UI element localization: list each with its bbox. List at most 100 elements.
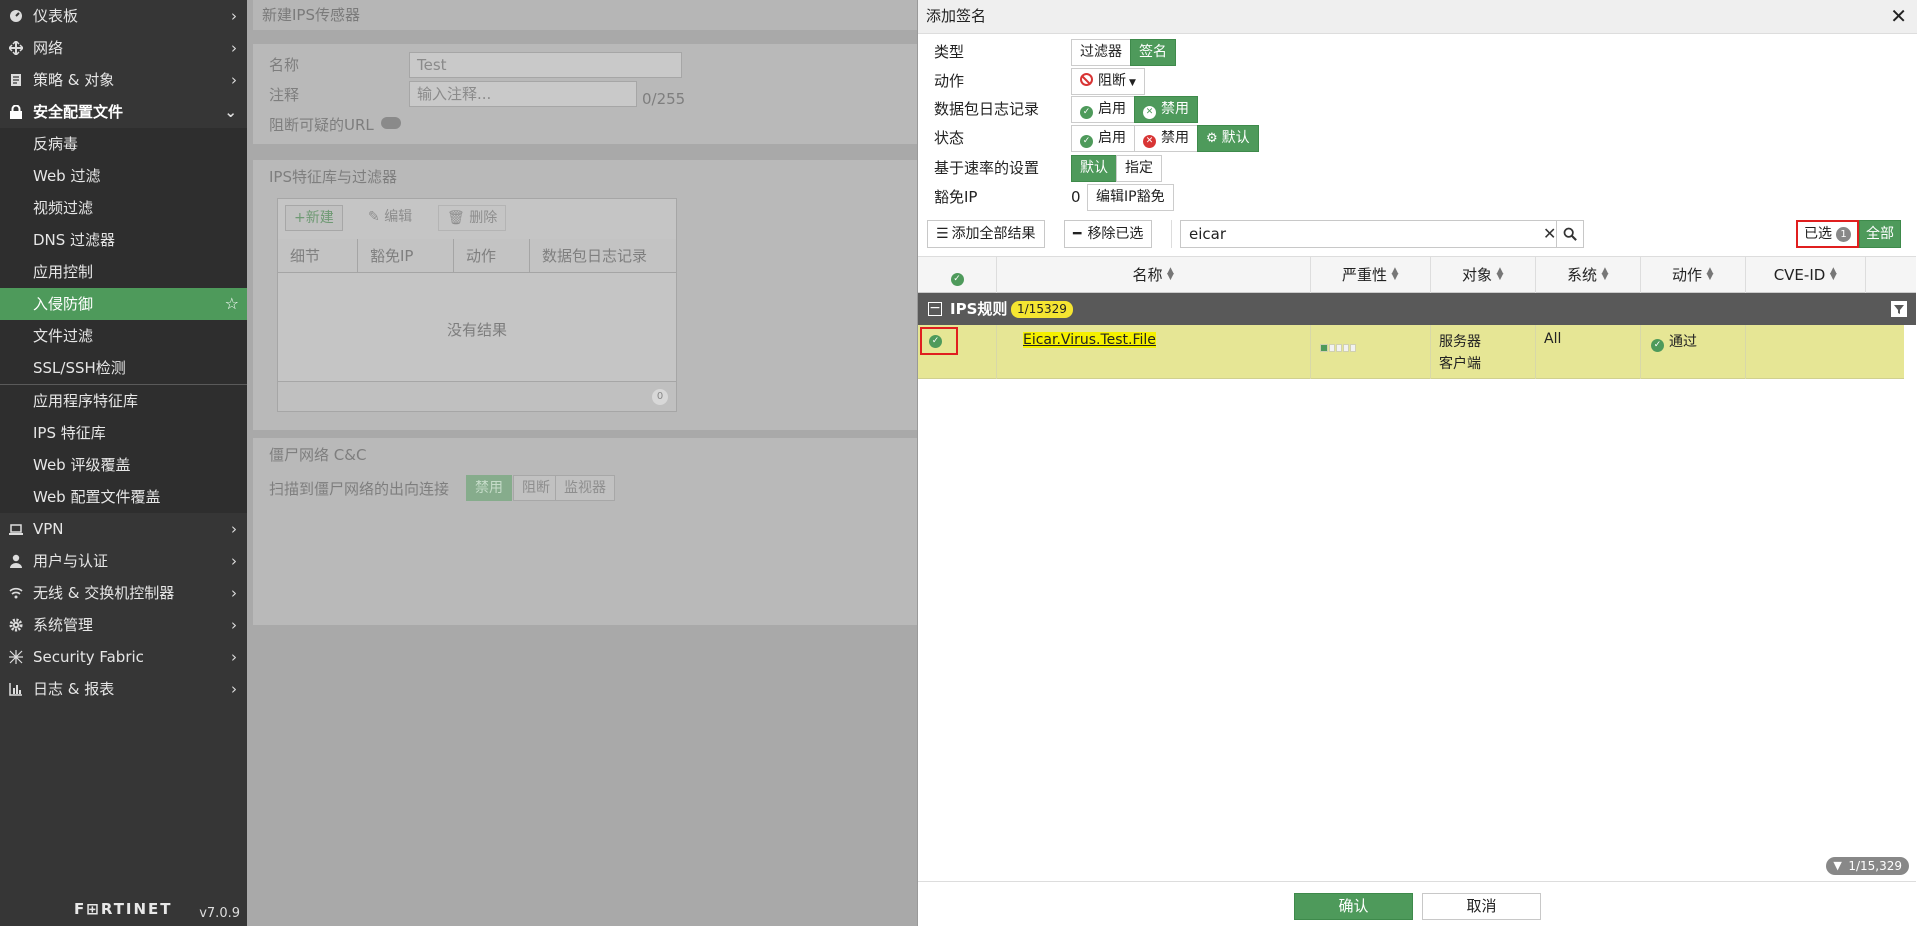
column-header-action[interactable]: 动作 ▲ ▼ (1641, 257, 1746, 293)
row-select-cell[interactable]: ✓ (918, 325, 997, 379)
botnet-disable-option[interactable]: 禁用 (466, 475, 512, 501)
exempt-label: 豁免IP (934, 188, 978, 206)
comment-label: 注释 (269, 86, 300, 104)
sort-icon: ▲ ▼ (1829, 266, 1837, 282)
action-select[interactable]: 阻断 ▼ (1071, 68, 1145, 95)
sort-icon: ▲ ▼ (1496, 266, 1504, 282)
status-enable-option[interactable]: ✓ 启用 (1071, 125, 1135, 152)
option-label: 默认 (1221, 130, 1250, 146)
block-url-toggle[interactable] (381, 117, 401, 129)
packet-log-disable-option[interactable]: ✕ 禁用 (1134, 96, 1198, 123)
add-all-results-button[interactable]: ☰ 添加全部结果 (927, 220, 1045, 248)
signatures-table-header: ✓ 名称 ▲ ▼ 严重性 ▲ ▼ 对象 ▲ ▼ 系统 ▲ ▼ 动作 ▲ ▼ CVE-ID ▲ ▼ (918, 256, 1916, 293)
exempt-count: 0 (1071, 188, 1081, 206)
column-header-severity[interactable]: 严重性 ▲ ▼ (1311, 257, 1431, 293)
nav-sub-dns-filter[interactable]: DNS 过滤器 (0, 224, 247, 256)
filter-icon: ▼ (1833, 859, 1842, 872)
caret-down-icon: ▼ (1129, 78, 1136, 88)
cancel-button[interactable]: 取消 (1422, 893, 1541, 920)
signature-name[interactable]: Eicar.Virus.Test.File (1023, 332, 1156, 348)
type-filter-option[interactable]: 过滤器 (1071, 39, 1131, 66)
selected-marker[interactable]: ✓ (920, 327, 958, 355)
botnet-block-option[interactable]: 阻断 (513, 475, 559, 501)
severity-square (1329, 344, 1335, 352)
nav-dashboard[interactable]: 仪表板 › (0, 0, 247, 32)
name-label: 名称 (269, 56, 300, 74)
selected-option[interactable]: 已选 1 (1796, 220, 1859, 248)
nav-label: VPN (33, 520, 64, 538)
target-cell: 服务器 客户端 (1431, 325, 1536, 379)
nav-sub-file-filter[interactable]: 文件过滤 (0, 320, 247, 352)
nav-security-fabric[interactable]: Security Fabric › (0, 641, 247, 673)
status-default-option[interactable]: ⚙ 默认 (1197, 125, 1259, 152)
rate-toggle: 默认 指定 (1071, 155, 1162, 182)
nav-label: 仪表板 (33, 7, 79, 25)
rate-specify-option[interactable]: 指定 (1116, 155, 1162, 182)
column-header-os[interactable]: 系统 ▲ ▼ (1536, 257, 1641, 293)
nav-sub-ssl-inspection[interactable]: SSL/SSH检测 (0, 352, 247, 384)
button-label: 添加全部结果 (951, 226, 1036, 242)
edit-ip-exemption-button[interactable]: 编辑IP豁免 (1087, 184, 1174, 211)
empty-message: 没有结果 (446, 321, 507, 339)
type-signature-option[interactable]: 签名 (1130, 39, 1176, 66)
name-field[interactable]: Test (409, 52, 682, 78)
sidebar: 仪表板 › 网络 › 策略 & 对象 › 安全配置文件 ⌄ 反病毒 Web 过滤… (0, 0, 247, 926)
botnet-monitor-option[interactable]: 监视器 (555, 475, 615, 501)
column-header-target[interactable]: 对象 ▲ ▼ (1431, 257, 1536, 293)
nav-sub-web-rating-override[interactable]: Web 评级覆盖 (0, 449, 247, 481)
check-circle-icon: ✓ (929, 335, 942, 348)
action-dropdown[interactable]: 阻断 ▼ (1071, 68, 1145, 95)
packet-log-toggle: ✓ 启用 ✕ 禁用 (1071, 96, 1198, 123)
nav-security-profiles[interactable]: 安全配置文件 ⌄ (0, 96, 247, 128)
column-header-cve[interactable]: CVE-ID ▲ ▼ (1746, 257, 1866, 293)
nav-sub-app-signatures[interactable]: 应用程序特征库 (0, 385, 247, 417)
nav-sub-antivirus[interactable]: 反病毒 (0, 128, 247, 160)
nav-sub-ips[interactable]: 入侵防御 ☆ (0, 288, 247, 320)
nav-network[interactable]: 网络 › (0, 32, 247, 64)
column-header[interactable]: 动作 (454, 239, 530, 273)
ok-button[interactable]: 确认 (1294, 893, 1413, 920)
all-option[interactable]: 全部 (1859, 220, 1901, 248)
nav-system[interactable]: 系统管理 › (0, 609, 247, 641)
chevron-down-icon: ⌄ (224, 103, 237, 121)
edit-button[interactable]: ✎ 编辑 (360, 205, 420, 231)
nav-wifi-switch[interactable]: 无线 & 交换机控制器 › (0, 577, 247, 609)
rate-default-option[interactable]: 默认 (1071, 155, 1117, 182)
check-circle-icon: ✓ (950, 273, 964, 286)
new-button[interactable]: +新建 (285, 205, 343, 231)
nav-sub-ips-signatures[interactable]: IPS 特征库 (0, 417, 247, 449)
nav-policy-objects[interactable]: 策略 & 对象 › (0, 64, 247, 96)
packet-log-enable-option[interactable]: ✓ 启用 (1071, 96, 1135, 123)
filter-icon[interactable] (1891, 301, 1907, 317)
delete-button[interactable]: 🗑 删除 (438, 205, 507, 231)
status-disable-option[interactable]: ✕ 禁用 (1134, 125, 1198, 152)
star-icon[interactable]: ☆ (225, 288, 239, 320)
select-all-column[interactable]: ✓ (918, 257, 997, 293)
nav-log-report[interactable]: 日志 & 报表 › (0, 673, 247, 705)
collapse-icon[interactable]: − (928, 301, 942, 316)
column-header[interactable]: 细节 (278, 239, 358, 273)
nav-sub-web-profile-override[interactable]: Web 配置文件覆盖 (0, 481, 247, 513)
packet-log-label: 数据包日志记录 (934, 100, 1040, 118)
column-header[interactable]: 数据包日志记录 (530, 239, 676, 273)
column-header-name[interactable]: 名称 ▲ ▼ (997, 257, 1311, 293)
clear-icon[interactable]: ✕ (1543, 221, 1557, 247)
chevron-right-icon: › (231, 552, 237, 570)
nav-vpn[interactable]: VPN › (0, 513, 247, 545)
nav-users-auth[interactable]: 用户与认证 › (0, 545, 247, 577)
empty-count-badge: 0 (652, 389, 668, 405)
search-button[interactable] (1556, 220, 1584, 248)
close-icon[interactable]: ✕ (1890, 0, 1907, 32)
column-label: 动作 (1671, 266, 1702, 284)
comment-field[interactable]: 输入注释... (409, 81, 637, 107)
status-label: 状态 (934, 129, 965, 147)
table-row[interactable]: ✓ Eicar.Virus.Test.File 服务器 客户端 All ✓ 通过 (918, 325, 1904, 379)
remove-selected-button[interactable]: ━ 移除已选 (1064, 220, 1153, 248)
nav-sub-video-filter[interactable]: 视频过滤 (0, 192, 247, 224)
search-input[interactable] (1181, 221, 1541, 247)
nav-sub-app-control[interactable]: 应用控制 (0, 256, 247, 288)
column-header[interactable]: 豁免IP (358, 239, 454, 273)
toolbar-divider (1171, 220, 1172, 248)
action-label: 动作 (934, 72, 965, 90)
nav-sub-web-filter[interactable]: Web 过滤 (0, 160, 247, 192)
